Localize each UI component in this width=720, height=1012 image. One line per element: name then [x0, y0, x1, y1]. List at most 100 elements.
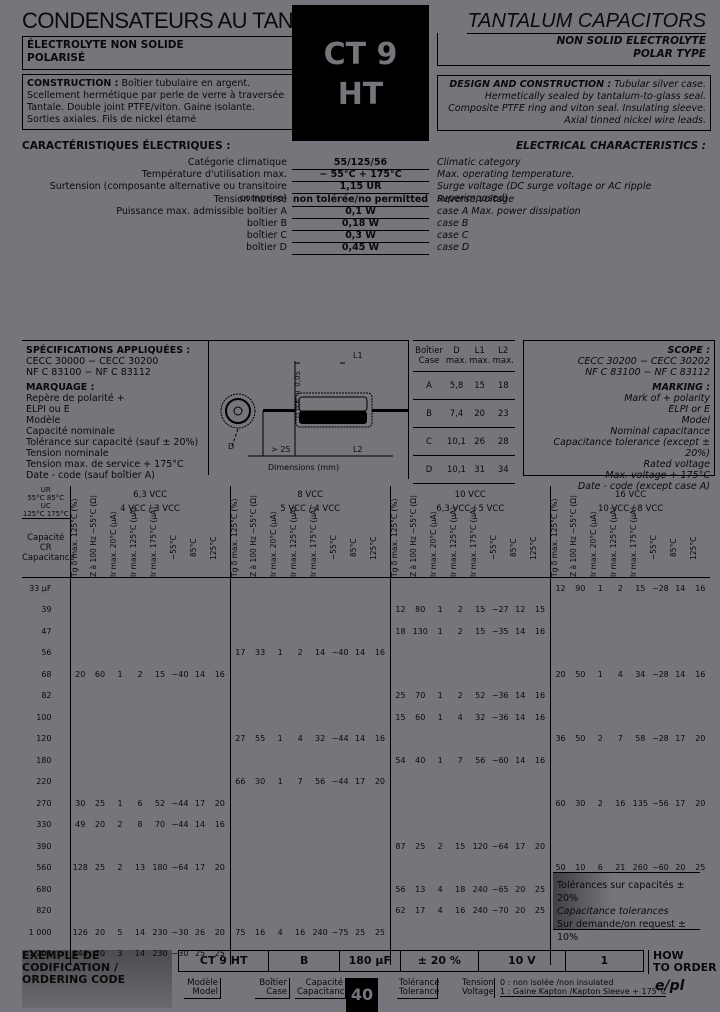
column-header-label: Ir max. 125°C (µA) [129, 506, 138, 577]
tolerance-line1: Tolérances sur capacités ± 20% [557, 880, 685, 904]
table-cell: 32 [475, 712, 486, 722]
table-cell: 70 [415, 691, 426, 701]
column-header-label: Ir max. 125°C (µA) [289, 506, 299, 577]
table-cell [130, 836, 150, 858]
capacitance-value: 1 000 [28, 927, 52, 937]
table-cell: −44 [171, 820, 189, 830]
table-cell [210, 577, 230, 599]
table-cell [610, 642, 630, 664]
table-cell [430, 577, 450, 599]
table-cell [110, 577, 130, 599]
table-cell [570, 642, 590, 664]
column-header: −55°C [489, 518, 511, 578]
table-cell: 20 [534, 841, 546, 851]
table-row: 68 20 60 1 2 15 −40 14 16 20 50 1 4 34 −28 14 16 [22, 663, 710, 685]
table-cell [590, 750, 610, 772]
table-cell [69, 685, 90, 707]
column-header: Tg δ max. 125°C (%) [229, 498, 251, 578]
order-label-model: Modèle Model [184, 978, 221, 999]
table-row: 33 µF 12 90 1 2 15 −28 14 16 [22, 577, 710, 599]
dimensions-cell: 18 [491, 371, 515, 400]
capacitance-header-fr: Capacité CR [27, 532, 65, 553]
table-cell [90, 750, 110, 772]
order-label-capacitance: Capacité Capacitance [295, 978, 350, 999]
table-cell: 17 [194, 798, 206, 808]
dimensions-header: D max. [445, 341, 468, 372]
table-cell [250, 750, 270, 772]
table-cell [450, 577, 470, 599]
table-cell [610, 771, 630, 793]
marking-item-fr: Tension max. de service + 175°C [26, 459, 184, 470]
electrical-label-fr: boîtier D [246, 242, 287, 254]
table-cell: 7 [297, 777, 303, 787]
electrical-label-en: case D [437, 242, 470, 254]
electrical-value: non tolérée/no permitted [292, 193, 429, 207]
table-cell: 1 [437, 605, 443, 615]
table-cell [450, 642, 470, 664]
table-cell [270, 599, 290, 621]
table-cell: 17 [355, 777, 366, 787]
sleeve-note: 0 : non isolée /non insulated 1 : Gaine … [500, 978, 667, 997]
table-cell [670, 750, 690, 772]
table-cell [490, 922, 510, 944]
corner-label: UC [40, 502, 51, 510]
table-cell: 33 [255, 648, 266, 658]
capacitance-value: 33 µF [29, 583, 52, 593]
table-cell [150, 707, 170, 729]
column-header-label: Ir max. 175°C (µA) [309, 506, 319, 577]
table-cell: 17 [415, 906, 426, 916]
table-cell [650, 685, 670, 707]
table-cell [90, 728, 110, 750]
table-cell [430, 771, 450, 793]
table-cell: 1 [117, 798, 123, 808]
table-cell: 14 [515, 626, 526, 636]
table-cell [170, 599, 190, 621]
column-header-label: 125°C [369, 535, 379, 560]
capacitance-value: 390 [36, 841, 52, 851]
table-cell [650, 771, 670, 793]
table-cell [229, 577, 251, 599]
column-header-label: Tg δ max. 125°C (%) [69, 498, 79, 577]
table-cell [90, 879, 110, 901]
table-cell: 20 [515, 884, 526, 894]
column-header-label: Ir max. 175°C (µA) [149, 506, 158, 577]
table-cell [130, 900, 150, 922]
column-header: Ir max. 175°C (µA) [309, 506, 331, 578]
table-cell [330, 900, 350, 922]
english-subtitle: NON SOLID ELECTROLYTE POLAR TYPE [437, 33, 710, 66]
table-cell [650, 707, 670, 729]
table-cell: 2 [597, 798, 603, 808]
table-cell [310, 836, 330, 858]
table-cell [290, 707, 310, 729]
column-header: 85°C [189, 518, 210, 578]
table-cell [610, 599, 630, 621]
dimensions-caption: Dimensions (mm) [268, 463, 340, 472]
lead-length-label: > 25 [271, 445, 291, 454]
tolerance-line2: Capacitance tolerances [557, 906, 669, 917]
table-cell [150, 879, 170, 901]
table-cell [90, 836, 110, 858]
table-cell [690, 771, 710, 793]
specs-title: SPÉCIFICATIONS APPLIQUÉES : [26, 345, 191, 356]
dimensions-row: C 10,1 26 28 [413, 427, 515, 456]
table-cell [310, 577, 330, 599]
table-cell [270, 814, 290, 836]
table-cell [590, 814, 610, 836]
table-cell [490, 728, 510, 750]
table-cell: 15 [389, 706, 411, 728]
table-cell [210, 771, 230, 793]
table-cell [210, 599, 230, 621]
table-cell [570, 836, 590, 858]
table-cell: 25 [389, 685, 411, 707]
table-cell [250, 685, 270, 707]
table-cell [330, 577, 350, 599]
table-cell [450, 793, 470, 815]
table-cell [229, 857, 251, 879]
scope-line1: CECC 30200 − CECC 30202 [577, 356, 710, 367]
marking-item-fr: Tolérance sur capacité (sauf ± 20%) [26, 437, 199, 448]
table-cell [170, 900, 190, 922]
table-cell: 14 [355, 734, 366, 744]
table-cell: 54 [389, 749, 411, 771]
table-cell [590, 836, 610, 858]
marking-item-fr: Capacité nominale [26, 426, 115, 437]
